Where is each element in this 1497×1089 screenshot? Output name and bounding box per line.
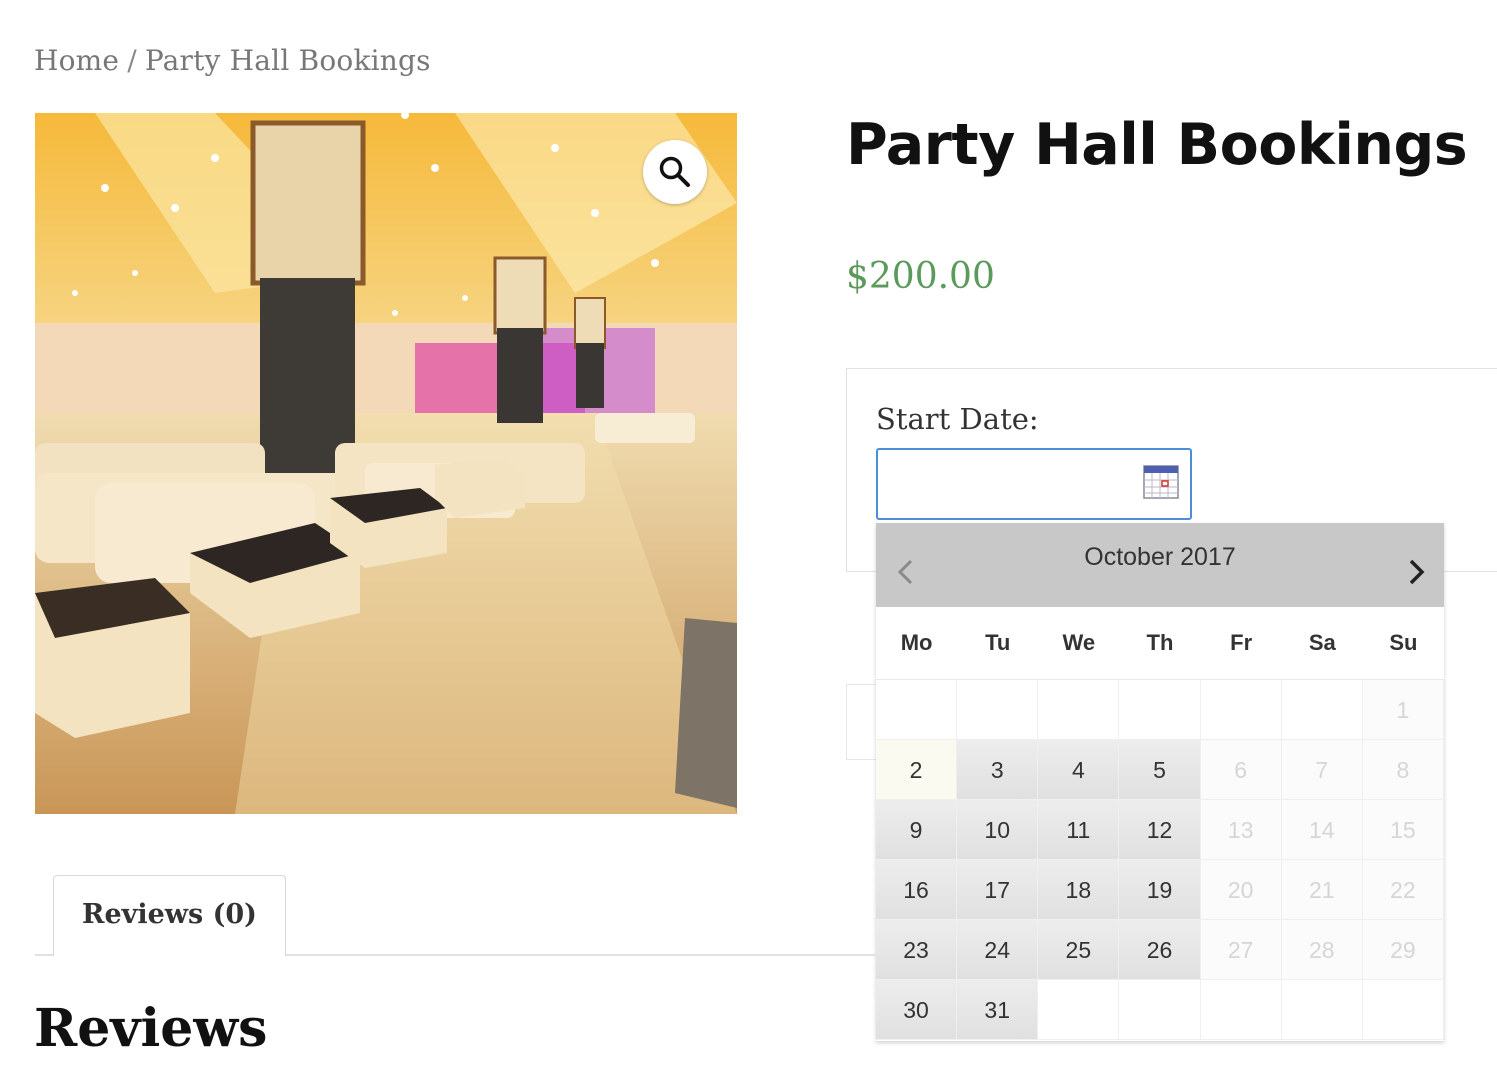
calendar-day[interactable]: 23 [876, 920, 958, 980]
calendar-day: 7 [1281, 740, 1363, 800]
product-image[interactable] [35, 113, 737, 814]
calendar-empty-cell [1200, 980, 1282, 1040]
zoom-button[interactable] [643, 140, 707, 204]
datepicker: October 2017 Mo Tu We Th Fr Sa Su 123456… [876, 523, 1444, 1041]
weekday-header: Fr [1230, 630, 1253, 655]
calendar-day[interactable]: 19 [1119, 860, 1201, 920]
calendar-day[interactable]: 11 [1038, 800, 1120, 860]
breadcrumb-current: Party Hall Bookings [144, 44, 431, 77]
datepicker-weekdays: Mo Tu We Th Fr Sa Su [876, 607, 1444, 680]
calendar-empty-cell [1281, 680, 1363, 740]
calendar-day: 20 [1200, 860, 1282, 920]
calendar-day: 8 [1362, 740, 1444, 800]
reviews-heading: Reviews [34, 998, 268, 1059]
weekday-header: Su [1389, 630, 1418, 655]
calendar-day[interactable]: 10 [957, 800, 1039, 860]
calendar-day: 27 [1200, 920, 1282, 980]
calendar-empty-cell [1119, 980, 1201, 1040]
calendar-empty-cell [957, 680, 1039, 740]
weekday-header: Th [1146, 630, 1174, 655]
calendar-day[interactable]: 3 [957, 740, 1039, 800]
calendar-day[interactable]: 4 [1038, 740, 1120, 800]
calendar-day: 15 [1362, 800, 1444, 860]
calendar-empty-cell [876, 680, 958, 740]
tab-reviews[interactable]: Reviews (0) [53, 875, 286, 956]
party-hall-photo [35, 113, 737, 814]
calendar-empty-cell [1200, 680, 1282, 740]
search-icon [659, 156, 690, 187]
calendar-day[interactable]: 25 [1038, 920, 1120, 980]
calendar-day[interactable]: 9 [876, 800, 958, 860]
calendar-empty-cell [1119, 680, 1201, 740]
calendar-day: 13 [1200, 800, 1282, 860]
datepicker-header: October 2017 [876, 523, 1444, 607]
calendar-day[interactable]: 18 [1038, 860, 1120, 920]
calendar-day: 21 [1281, 860, 1363, 920]
calendar-day[interactable]: 5 [1119, 740, 1201, 800]
datepicker-month-label: October 2017 [1084, 543, 1236, 571]
tab-reviews-label: Reviews (0) [82, 899, 257, 930]
weekday-header: Tu [985, 630, 1011, 655]
chevron-right-icon[interactable] [1404, 557, 1428, 587]
calendar-icon[interactable] [1143, 465, 1179, 499]
calendar-day[interactable]: 16 [876, 860, 958, 920]
calendar-day: 29 [1362, 920, 1444, 980]
calendar-day[interactable]: 31 [957, 980, 1039, 1040]
breadcrumb-home-link[interactable]: Home [34, 44, 119, 77]
calendar-day: 1 [1362, 680, 1444, 740]
calendar-day[interactable]: 26 [1119, 920, 1201, 980]
calendar-day: 6 [1200, 740, 1282, 800]
product-title: Party Hall Bookings [846, 112, 1468, 178]
calendar-day: 22 [1362, 860, 1444, 920]
calendar-day[interactable]: 17 [957, 860, 1039, 920]
calendar-empty-cell [1362, 980, 1444, 1040]
calendar-day: 14 [1281, 800, 1363, 860]
breadcrumb-separator: / [127, 44, 137, 77]
calendar-day[interactable]: 24 [957, 920, 1039, 980]
datepicker-day-grid: 1 2 3 4 5 6 7 8 9 10 11 12 13 14 15 16 17 18 19 20 21 22 23 24 2… [876, 680, 1444, 1040]
calendar-day[interactable]: 12 [1119, 800, 1201, 860]
weekday-header: We [1062, 630, 1096, 655]
start-date-label: Start Date: [876, 402, 1039, 436]
calendar-day: 28 [1281, 920, 1363, 980]
weekday-header: Mo [900, 630, 933, 655]
calendar-day[interactable]: 2 [876, 740, 958, 800]
breadcrumb: Home / Party Hall Bookings [34, 44, 431, 77]
calendar-empty-cell [1038, 980, 1120, 1040]
calendar-empty-cell [1281, 980, 1363, 1040]
calendar-day[interactable]: 30 [876, 980, 958, 1040]
product-price: $200.00 [846, 256, 995, 297]
calendar-empty-cell [1038, 680, 1120, 740]
weekday-header: Sa [1308, 630, 1336, 655]
